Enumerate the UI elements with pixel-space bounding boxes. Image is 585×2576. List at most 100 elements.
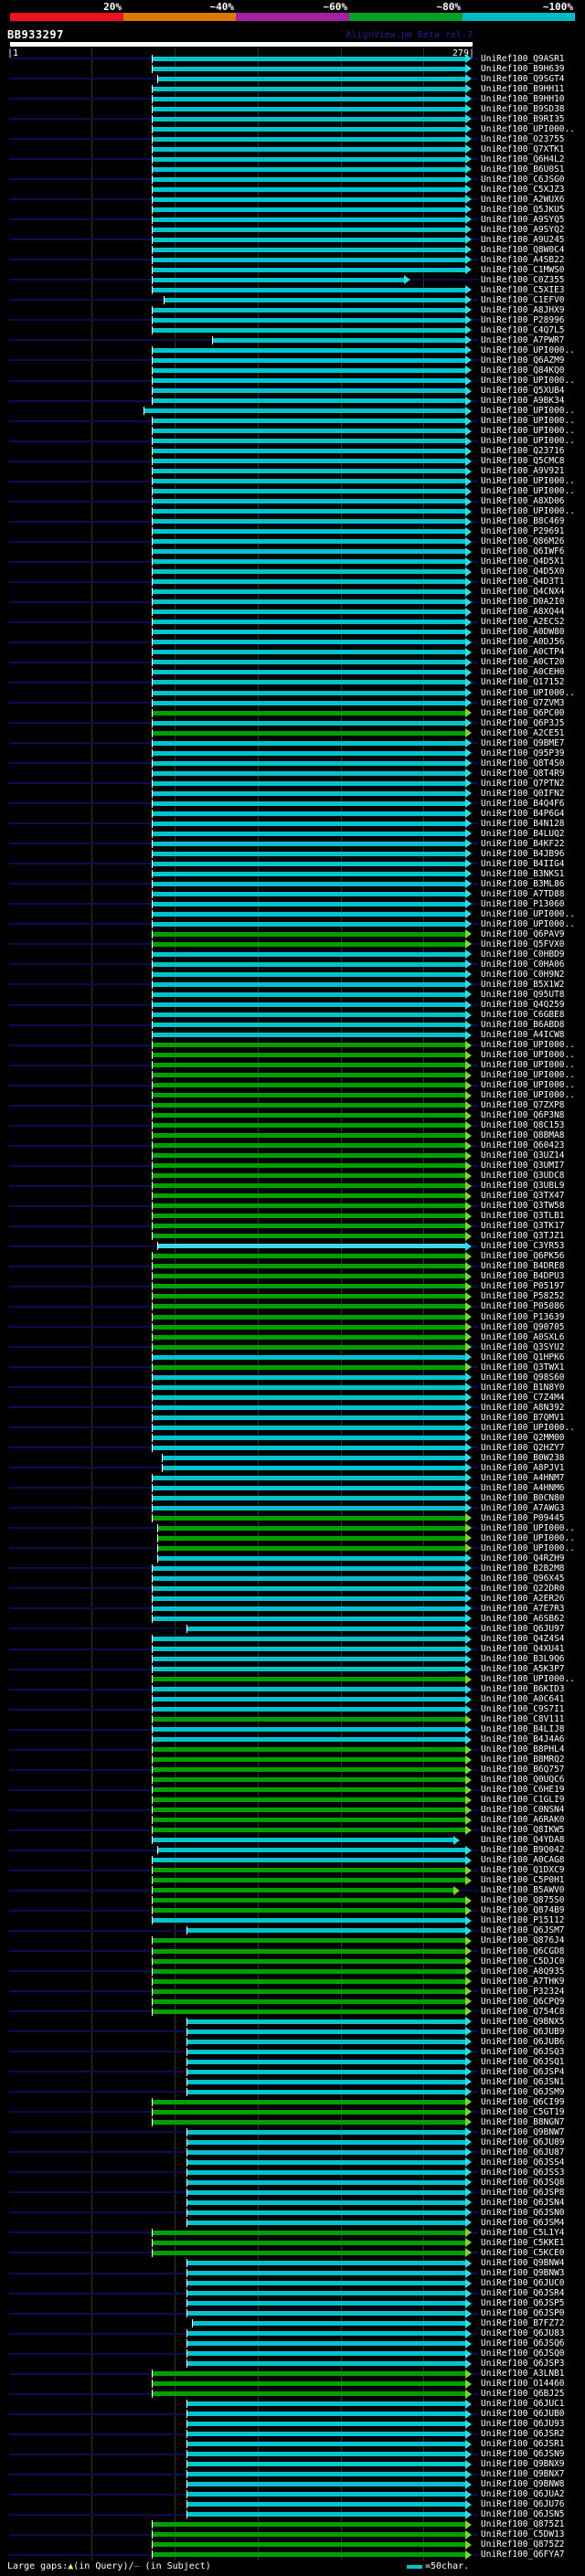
hit-bar[interactable] [153,589,466,595]
hit-bar[interactable] [153,1606,466,1611]
alignment-row[interactable]: UniRef100_Q6JSN9 [0,2449,585,2459]
hit-bar[interactable] [153,207,466,212]
hit-bar[interactable] [153,56,466,61]
hit-bar[interactable] [153,1998,466,2004]
alignment-row[interactable]: UniRef100_C3YR53 [0,1241,585,1251]
hit-bar[interactable] [153,1667,466,1672]
alignment-row[interactable]: UniRef100_B3ML86 [0,879,585,889]
hit-label[interactable]: UniRef100_B4LIJ8 [481,1724,565,1734]
alignment-row[interactable]: UniRef100_A0SXL6 [0,1332,585,1342]
hit-label[interactable]: UniRef100_Q6JSQ8 [481,2178,565,2188]
hit-bar[interactable] [153,851,466,856]
alignment-row[interactable]: UniRef100_UPI000.. [0,406,585,416]
hit-label[interactable]: UniRef100_A0DJ56 [481,637,565,647]
alignment-row[interactable]: UniRef100_C0Z355 [0,275,585,285]
hit-label[interactable]: UniRef100_Q5XUB4 [481,386,565,396]
hit-bar[interactable] [153,831,466,836]
hit-label[interactable]: UniRef100_B4LUQ2 [481,829,565,839]
hit-label[interactable]: UniRef100_Q4XU41 [481,1644,565,1654]
alignment-row[interactable]: UniRef100_Q6JSS4 [0,2157,585,2168]
hit-label[interactable]: UniRef100_B5X1W2 [481,980,565,990]
hit-label[interactable]: UniRef100_Q0IFN2 [481,789,565,799]
hit-label[interactable]: UniRef100_Q6JU89 [481,2137,565,2147]
hit-bar[interactable] [153,811,466,816]
hit-label[interactable]: UniRef100_A7AWG3 [481,1503,565,1513]
hit-label[interactable]: UniRef100_Q4D3T1 [481,577,565,587]
alignment-row[interactable]: UniRef100_Q6JUB0 [0,2409,585,2419]
alignment-row[interactable]: UniRef100_A0CAG8 [0,1855,585,1865]
hit-label[interactable]: UniRef100_UPI000.. [481,1423,575,1433]
hit-label[interactable]: UniRef100_Q6JUA2 [481,2489,565,2499]
alignment-row[interactable]: UniRef100_P32324 [0,1987,585,1997]
hit-label[interactable]: UniRef100_A8XQ44 [481,607,565,617]
alignment-row[interactable]: UniRef100_A0DJ56 [0,637,585,647]
hit-label[interactable]: UniRef100_P05197 [481,1281,565,1291]
hit-bar[interactable] [153,116,466,122]
hit-bar[interactable] [153,1093,466,1098]
hit-bar[interactable] [153,449,466,454]
hit-bar[interactable] [153,1585,466,1591]
hit-label[interactable]: UniRef100_A9SYQ5 [481,215,565,225]
hit-bar[interactable] [153,1647,466,1652]
alignment-row[interactable]: UniRef100_A0C641 [0,1694,585,1704]
hit-bar[interactable] [153,1435,466,1440]
hit-bar[interactable] [153,670,466,675]
hit-bar[interactable] [153,1616,466,1621]
alignment-row[interactable]: UniRef100_B6U0S1 [0,164,585,175]
hit-label[interactable]: UniRef100_Q3TW58 [481,1201,565,1211]
alignment-row[interactable]: UniRef100_Q5FVX0 [0,939,585,949]
hit-bar[interactable] [153,499,466,504]
hit-bar[interactable] [153,1384,466,1390]
hit-bar[interactable] [153,2522,466,2528]
alignment-row[interactable]: UniRef100_A4HNM6 [0,1483,585,1493]
hit-bar[interactable] [153,1133,466,1139]
alignment-row[interactable]: UniRef100_Q9SGT4 [0,74,585,84]
alignment-row[interactable]: UniRef100_Q6JSR2 [0,2429,585,2439]
hit-bar[interactable] [153,1113,466,1118]
hit-bar[interactable] [153,971,466,977]
hit-label[interactable]: UniRef100_B4Q4F6 [481,799,565,809]
hit-bar[interactable] [153,176,466,182]
alignment-row[interactable]: UniRef100_Q9BNW4 [0,2258,585,2268]
alignment-row[interactable]: UniRef100_B8PHL4 [0,1744,585,1754]
hit-bar[interactable] [187,2089,466,2094]
hit-bar[interactable] [153,1063,466,1068]
hit-label[interactable]: UniRef100_Q6FYA7 [481,2549,565,2560]
hit-bar[interactable] [153,136,466,142]
hit-label[interactable]: UniRef100_B4JB96 [481,849,565,859]
hit-label[interactable]: UniRef100_Q9SGT4 [481,74,565,84]
hit-label[interactable]: UniRef100_UPI000.. [481,436,575,446]
alignment-row[interactable]: UniRef100_Q8T4S0 [0,758,585,769]
hit-bar[interactable] [153,509,466,514]
alignment-row[interactable]: UniRef100_B4KF22 [0,839,585,849]
hit-bar[interactable] [153,1254,466,1259]
hit-bar[interactable] [153,800,466,806]
alignment-row[interactable]: UniRef100_UPI000.. [0,1090,585,1100]
hit-bar[interactable] [153,1073,466,1078]
hit-label[interactable]: UniRef100_A0CEH0 [481,667,565,677]
alignment-row[interactable]: UniRef100_Q9BNX7 [0,2469,585,2479]
alignment-row[interactable]: UniRef100_Q6PAV9 [0,929,585,939]
alignment-row[interactable]: UniRef100_C5XIE3 [0,285,585,295]
hit-label[interactable]: UniRef100_UPI000.. [481,1080,575,1090]
alignment-row[interactable]: UniRef100_B4IIG4 [0,859,585,869]
hit-bar[interactable] [153,1394,466,1400]
hit-bar[interactable] [153,569,466,575]
hit-bar[interactable] [153,429,466,434]
alignment-row[interactable]: UniRef100_Q90705 [0,1322,585,1332]
hit-bar[interactable] [153,1143,466,1149]
hit-label[interactable]: UniRef100_UPI000.. [481,124,575,134]
alignment-row[interactable]: UniRef100_B4DPU3 [0,1271,585,1281]
alignment-row[interactable]: UniRef100_Q6JSQ3 [0,2047,585,2057]
hit-bar[interactable] [187,2049,466,2054]
alignment-row[interactable]: UniRef100_A9U245 [0,235,585,245]
hit-label[interactable]: UniRef100_UPI000.. [481,416,575,426]
hit-bar[interactable] [153,1717,466,1723]
hit-label[interactable]: UniRef100_UPI000.. [481,376,575,386]
hit-label[interactable]: UniRef100_UPI000.. [481,476,575,486]
hit-bar[interactable] [153,579,466,585]
hit-bar[interactable] [153,1495,466,1500]
alignment-row[interactable]: UniRef100_Q6JSQ1 [0,2057,585,2067]
alignment-row[interactable]: UniRef100_C7Z4M4 [0,1393,585,1403]
alignment-row[interactable]: UniRef100_Q4D5X0 [0,567,585,577]
